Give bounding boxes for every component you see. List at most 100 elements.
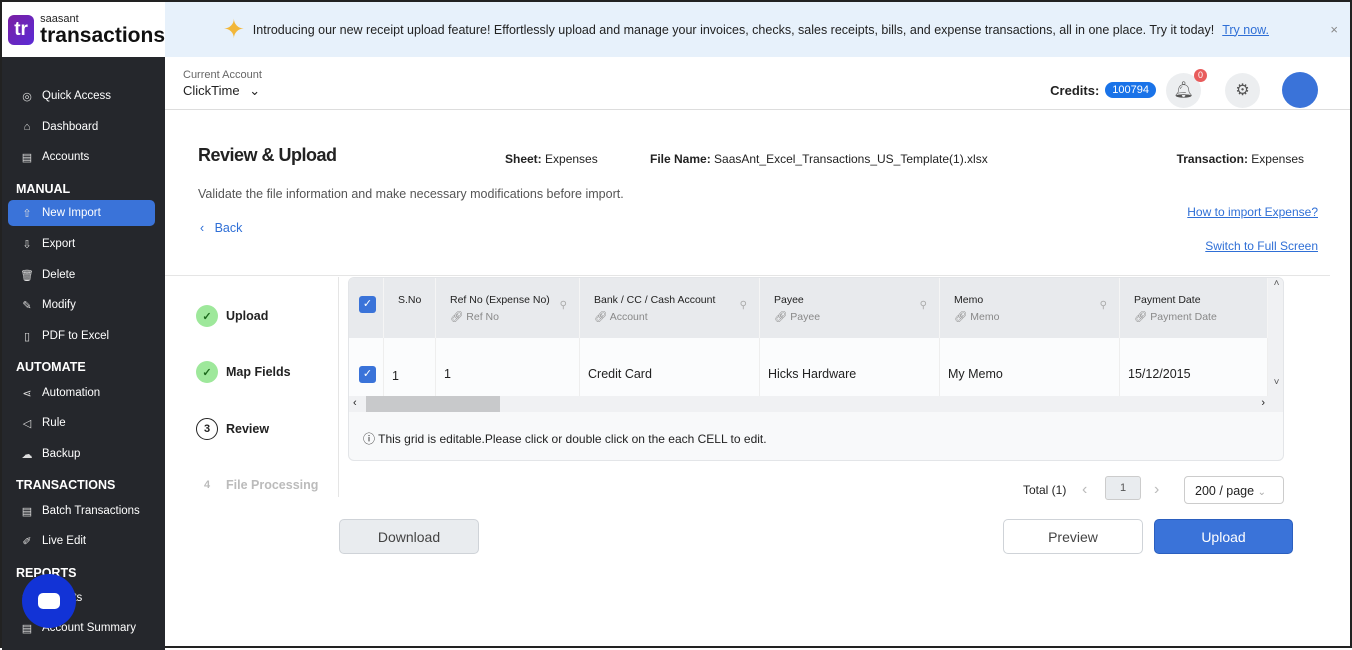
download-button[interactable]: Download xyxy=(339,519,479,554)
column-header[interactable]: S.No xyxy=(384,278,436,338)
sidebar-item-accounts[interactable]: ▤ Accounts xyxy=(8,144,155,170)
sparkle-icon: ✦ xyxy=(223,14,245,44)
search-icon[interactable]: ⚲ xyxy=(1100,300,1107,311)
search-icon[interactable]: ⚲ xyxy=(560,300,567,311)
edit-file-icon: ✎ xyxy=(22,299,32,312)
grid-cell[interactable]: Hicks Hardware xyxy=(760,338,940,396)
grid-cell[interactable]: 1 xyxy=(384,338,436,396)
column-header[interactable]: Payee 🔗︎ Payee ⚲ xyxy=(760,278,940,338)
grid-note-text: This grid is editable.Please click or do… xyxy=(378,432,767,446)
step-map-fields: ✓ Map Fields xyxy=(196,361,291,383)
sidebar-item-rule[interactable]: ◁ Rule xyxy=(8,410,155,436)
sidebar-item-backup[interactable]: ☁ Backup xyxy=(8,441,155,467)
scroll-thumb[interactable] xyxy=(366,396,500,412)
page-subtitle: Validate the file information and make n… xyxy=(198,187,624,201)
column-header[interactable]: Memo 🔗︎ Memo ⚲ xyxy=(940,278,1120,338)
chevron-down-icon: ⌄ xyxy=(249,83,261,98)
back-label: Back xyxy=(214,221,243,235)
transaction-info: Transaction: Expenses xyxy=(1177,152,1304,166)
column-header[interactable]: Bank / CC / Cash Account 🔗︎ Account ⚲ xyxy=(580,278,760,338)
gear-icon: ⚙ xyxy=(1235,82,1250,99)
prev-page-icon[interactable]: ‹ xyxy=(1082,481,1087,499)
transaction-label: Transaction: xyxy=(1176,152,1248,166)
sidebar-item-pdf-to-excel[interactable]: ▯ PDF to Excel xyxy=(8,323,155,349)
close-icon[interactable]: × xyxy=(1330,22,1338,37)
scroll-left-icon[interactable]: ‹ xyxy=(353,397,357,409)
sidebar-item-dashboard[interactable]: ⌂ Dashboard xyxy=(8,114,155,140)
column-title: Bank / CC / Cash Account xyxy=(594,294,716,306)
document-icon: ▤ xyxy=(21,505,33,518)
target-icon: ◎ xyxy=(22,90,32,103)
cloud-icon: ☁ xyxy=(21,448,33,461)
step-number: 3 xyxy=(196,418,218,440)
page-size-select[interactable]: 200 / page ⌄ xyxy=(1184,476,1284,504)
sidebar-item-quick-access[interactable]: ◎ Quick Access xyxy=(8,83,155,109)
grid-cell[interactable]: Credit Card xyxy=(580,338,760,396)
pencil-icon: ✐ xyxy=(22,535,32,548)
search-icon[interactable]: ⚲ xyxy=(740,300,747,311)
chat-button[interactable] xyxy=(22,574,76,628)
select-all-checkbox[interactable]: ✓ xyxy=(359,296,376,313)
sidebar-item-delete[interactable]: 🗑 Delete xyxy=(8,262,155,288)
total-count: Total (1) xyxy=(1023,483,1067,497)
horizontal-scrollbar[interactable]: ‹ › xyxy=(349,396,1283,412)
grid-cell[interactable]: 15/12/2015 xyxy=(1120,338,1268,396)
column-header[interactable]: Ref No (Expense No) 🔗︎ Ref No ⚲ xyxy=(436,278,580,338)
sidebar-item-export[interactable]: ⇩ Export xyxy=(8,231,155,257)
step-label: Review xyxy=(226,422,270,436)
column-title: Payment Date xyxy=(1134,294,1201,306)
preview-button[interactable]: Preview xyxy=(1003,519,1143,554)
link-icon: 🔗︎ xyxy=(594,311,608,323)
next-page-icon[interactable]: › xyxy=(1154,481,1159,499)
file-value: SaasAnt_Excel_Transactions_US_Template(1… xyxy=(714,152,988,166)
page-size-value: 200 / page xyxy=(1195,484,1255,498)
sidebar: ◎ Quick Access ⌂ Dashboard ▤ Accounts MANUA… xyxy=(2,2,165,650)
try-now-link[interactable]: Try now. xyxy=(1222,23,1269,37)
divider xyxy=(165,275,1330,276)
column-title: Payee xyxy=(774,294,804,306)
link-icon: 🔗︎ xyxy=(774,311,788,323)
download-cloud-icon: ⇩ xyxy=(22,238,32,251)
vertical-scrollbar[interactable]: ˄ ˅ xyxy=(1268,278,1283,396)
link-icon: 🔗︎ xyxy=(1134,311,1148,323)
sheet-value: Expenses xyxy=(545,152,598,166)
avatar[interactable] xyxy=(1282,72,1318,108)
how-to-import-link[interactable]: How to import Expense? xyxy=(1187,205,1318,219)
sidebar-item-batch-transactions[interactable]: ▤ Batch Transactions xyxy=(8,498,155,524)
upload-cloud-icon: ⇧ xyxy=(22,207,32,220)
clipboard-icon: ▤ xyxy=(21,622,33,635)
page-number[interactable]: 1 xyxy=(1105,476,1141,500)
header: Current Account ClickTime ⌄ Credits: 100… xyxy=(165,57,1350,110)
step-label: Upload xyxy=(226,309,269,323)
step-label: File Processing xyxy=(226,478,319,492)
sidebar-item-new-import[interactable]: ⇧ New Import xyxy=(8,200,155,226)
scroll-right-icon[interactable]: › xyxy=(1261,397,1265,409)
bell-icon: 🔔︎ xyxy=(1173,82,1194,99)
settings-button[interactable]: ⚙ xyxy=(1225,72,1260,108)
mapped-field: Account xyxy=(609,311,648,323)
sidebar-item-automation[interactable]: ⋖ Automation xyxy=(8,380,155,406)
data-grid: ✓ S.No Ref No (Expense No) 🔗︎ Ref No ⚲ Ban… xyxy=(348,277,1284,461)
grid-cell[interactable]: My Memo xyxy=(940,338,1120,396)
sidebar-item-modify[interactable]: ✎ Modify xyxy=(8,292,155,318)
upload-button[interactable]: Upload xyxy=(1154,519,1293,554)
pdf-icon: ▯ xyxy=(23,330,31,343)
sidebar-item-live-edit[interactable]: ✐ Live Edit xyxy=(8,528,155,554)
mapped-field: Payee xyxy=(790,311,821,323)
megaphone-icon: ◁ xyxy=(22,417,32,430)
step-number: 4 xyxy=(203,479,211,491)
grid-cell[interactable]: 1 xyxy=(436,338,580,396)
back-button[interactable]: ‹ Back xyxy=(200,221,242,235)
chevron-down-icon: ⌄ xyxy=(1257,487,1266,498)
logo[interactable]: tr saasant transactions xyxy=(2,2,165,57)
check-icon: ✓ xyxy=(196,305,218,327)
info-icon: ⓘ xyxy=(363,432,376,446)
credits-badge: 100794 xyxy=(1105,82,1156,98)
notifications-button[interactable]: 🔔︎ 0 xyxy=(1166,68,1207,108)
row-checkbox[interactable]: ✓ xyxy=(359,366,376,383)
column-header[interactable]: Payment Date 🔗︎ Payment Date xyxy=(1120,278,1268,338)
account-selector[interactable]: Current Account ClickTime ⌄ xyxy=(183,69,262,99)
search-icon[interactable]: ⚲ xyxy=(920,300,927,311)
logo-mark: tr xyxy=(8,14,35,45)
full-screen-link[interactable]: Switch to Full Screen xyxy=(1205,239,1318,253)
